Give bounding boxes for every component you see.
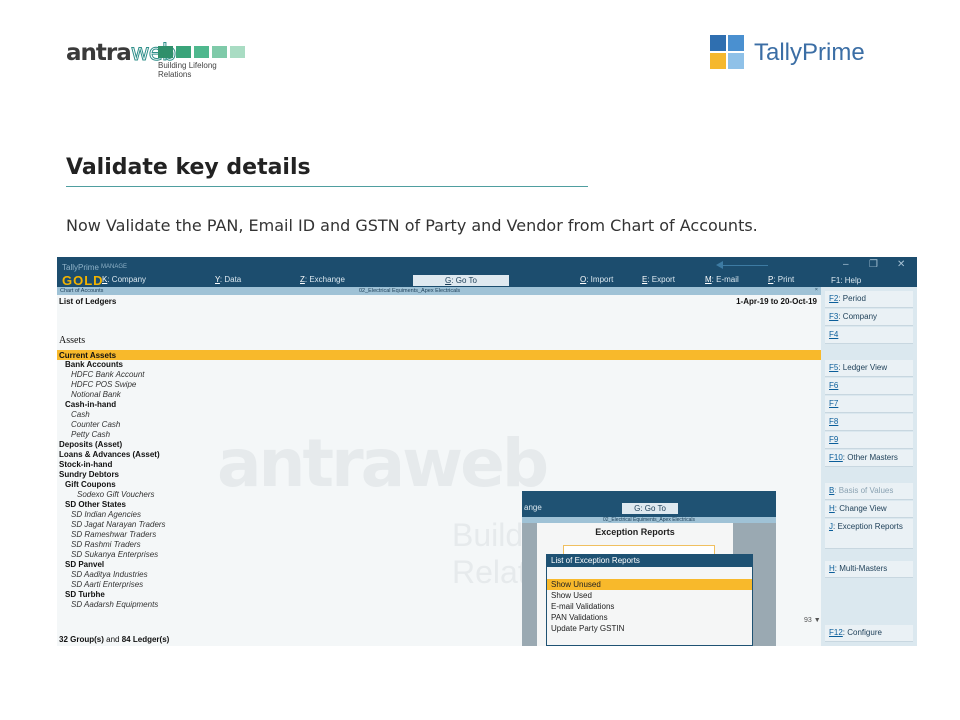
overlay-top-bar: ange G: Go To [522,491,776,517]
ledger-row[interactable]: SD Indian Agencies [71,510,141,519]
ledger-row[interactable]: SD Sukanya Enterprises [71,550,158,559]
menu-email[interactable]: M: E-mail [705,275,739,284]
logo-square [230,46,245,58]
menu-import[interactable]: O: Import [580,275,613,284]
ledger-row[interactable]: Petty Cash [71,430,110,439]
tallyprime-logo: TallyPrime [710,35,910,71]
menu-exchange[interactable]: Z: Exchange [300,275,345,284]
ledger-row[interactable]: SD Rashmi Traders [71,540,141,549]
group-row[interactable]: SD Other States [65,500,126,509]
menu-company[interactable]: K: Company [102,275,146,284]
antraweb-watermark: antraweb [217,425,549,502]
ledger-row[interactable]: SD Jagat Narayan Traders [71,520,166,529]
edition-label: GOLD [62,273,104,288]
group-row[interactable]: Deposits (Asset) [59,440,122,449]
ledger-row[interactable]: Cash [71,410,90,419]
group-row[interactable]: SD Panvel [65,560,104,569]
group-row[interactable]: Stock-in-hand [59,460,112,469]
logo-square [176,46,191,58]
overlay-menu-fragment: ange [524,503,542,512]
right-button-panel: F2: Period◂F3: Company◂F4◂ F5: Ledger Vie… [821,287,917,646]
ledger-row[interactable]: SD Aaditya Industries [71,570,148,579]
breadcrumb: Chart of Accounts [60,288,104,294]
highlighted-group[interactable]: Current Assets [59,351,116,360]
ledger-row[interactable]: SD Aadarsh Equipments [71,600,158,609]
antraweb-squares [158,46,245,58]
side-button-f10-other-masters[interactable]: F10: Other Masters◂ [825,450,913,467]
side-button-f5-ledger-view[interactable]: F5: Ledger View◂ [825,360,913,377]
help-button[interactable]: F1: Help [831,276,861,285]
ledger-row[interactable]: SD Aarti Enterprises [71,580,143,589]
ledger-row[interactable]: Sodexo Gift Vouchers [77,490,155,499]
group-row[interactable]: Gift Coupons [65,480,116,489]
side-button-b-basis-of-values[interactable]: B: Basis of Values◂ [825,483,913,500]
ledger-row[interactable]: HDFC POS Swipe [71,380,136,389]
company-name: 02_Electrical Equiments_Apex Electricals [359,288,461,294]
selected-row-highlight [57,350,821,360]
exception-reports-title: Exception Reports [595,527,675,537]
ledger-count: 32 Group(s) and 84 Ledger(s) [59,635,170,644]
ledger-row[interactable]: HDFC Bank Account [71,370,145,379]
side-button-f7[interactable]: F7◂ [825,396,913,413]
minimize-icon[interactable]: – [843,259,849,270]
antraweb-tagline: Building Lifelong Relations [158,61,217,79]
side-button-f3-company[interactable]: F3: Company◂ [825,309,913,326]
pointer-arrow [718,265,768,266]
menu-print[interactable]: P: Print [768,275,794,284]
tallyprime-wordmark: TallyPrime [754,39,865,66]
ledger-row[interactable]: Notional Bank [71,390,121,399]
ledger-list-panel: antraweb Building Lifelong Relations Lis… [57,295,821,646]
list-item-pan-validations[interactable]: PAN Validations [547,612,752,623]
list-header: List of Exception Reports [547,555,752,567]
list-item-email-validations[interactable]: E-mail Validations [547,601,752,612]
mode-label: MANAGE [101,264,128,270]
group-row[interactable]: Loans & Advances (Asset) [59,450,160,459]
title-divider [66,186,588,187]
menu-data[interactable]: Y: Data [215,275,241,284]
period-label: 1-Apr-19 to 20-Oct-19 [736,297,817,306]
side-button-f8[interactable]: F8◂ [825,414,913,431]
side-button-f4[interactable]: F4◂ [825,327,913,344]
side-button-h-multi-masters[interactable]: H: Multi-Masters◂ [825,561,913,578]
ledger-row[interactable]: Counter Cash [71,420,120,429]
page-description: Now Validate the PAN, Email ID and GSTN … [66,216,758,235]
report-close-icon[interactable]: × [815,287,818,293]
side-button-f2-period[interactable]: F2: Period◂ [825,291,913,308]
overlay-goto-button[interactable]: G: Go To [622,503,678,514]
menu-export[interactable]: E: Export [642,275,675,284]
side-button-f6[interactable]: F6◂ [825,378,913,395]
side-button-h-change-view[interactable]: H: Change View◂ [825,501,913,518]
side-button-j-exception-reports[interactable]: J: Exception Reports◂ [825,519,913,549]
restore-icon[interactable]: ❐ [869,259,878,270]
group-row[interactable]: Bank Accounts [65,360,123,369]
page-title: Validate key details [66,155,311,180]
logo-square [212,46,227,58]
ledger-row[interactable]: SD Rameshwar Traders [71,530,156,539]
scroll-indicator: 93 ▼ [804,617,821,624]
exception-reports-list: List of Exception Reports Show Unused Sh… [546,554,753,646]
exception-reports-overlay: ange G: Go To 02_Electrical Equiments_Ap… [522,491,776,646]
tally-window: TallyPrime MANAGE GOLD K: Company Y: Dat… [57,257,917,646]
side-button-f12-configure[interactable]: F12: Configure◂ [825,625,913,642]
list-item-update-party-gstin[interactable]: Update Party GSTIN [547,623,752,634]
report-strip: Chart of Accounts 02_Electrical Equiment… [57,287,821,295]
goto-button[interactable]: G: Go To [413,275,509,286]
logo-square [158,46,173,58]
list-title: List of Ledgers [59,297,117,306]
section-heading: Assets [59,335,86,346]
group-row[interactable]: Cash-in-hand [65,400,116,409]
product-name: TallyPrime [62,263,99,272]
side-button-f9[interactable]: F9◂ [825,432,913,449]
close-icon[interactable]: ✕ [897,259,905,270]
tallyprime-icon [710,35,744,69]
logo-square [194,46,209,58]
list-item-show-unused[interactable]: Show Unused [547,579,752,590]
antraweb-logo: antraweb Building Lifelong Relations [66,38,245,79]
tally-top-bar: TallyPrime MANAGE GOLD K: Company Y: Dat… [57,257,917,288]
group-row[interactable]: Sundry Debtors [59,470,119,479]
list-item-show-used[interactable]: Show Used [547,590,752,601]
group-row[interactable]: SD Turbhe [65,590,105,599]
